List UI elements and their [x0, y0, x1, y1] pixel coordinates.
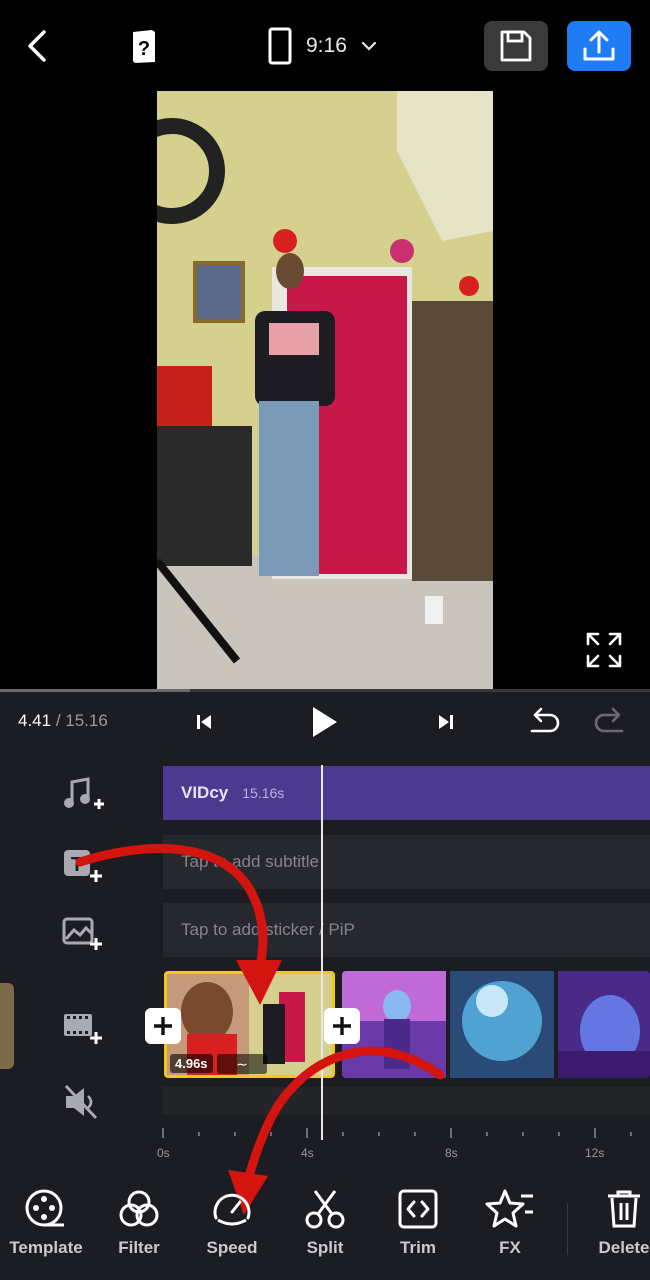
star-effects-icon — [485, 1189, 533, 1228]
add-music-button[interactable] — [60, 776, 106, 816]
fullscreen-button[interactable] — [584, 630, 624, 670]
play-icon — [313, 707, 337, 737]
help-book-icon: ? — [133, 30, 155, 63]
toolbar-label: Split — [306, 1238, 344, 1257]
aspect-ratio-selector[interactable]: 9:16 — [268, 24, 377, 68]
aspect-ratio-label: 9:16 — [306, 34, 347, 57]
preview-frame-image — [157, 91, 493, 689]
music-track[interactable]: VIDcy 15.16s — [163, 766, 650, 820]
toolbar-split[interactable]: Split — [285, 1188, 365, 1258]
progress-line — [0, 689, 650, 692]
skip-to-end-button[interactable] — [426, 704, 466, 740]
skip-previous-icon — [197, 715, 211, 729]
total-time: 15.16 — [65, 711, 108, 730]
redo-button[interactable] — [590, 704, 630, 740]
upload-export-icon — [583, 30, 615, 61]
speedometer-icon — [213, 1193, 251, 1226]
music-track-duration: 15.16s — [242, 785, 285, 801]
toolbar-label: Delete — [598, 1238, 650, 1257]
toolbar-divider — [567, 1203, 568, 1255]
back-button[interactable] — [20, 26, 56, 66]
toolbar-label: FX — [499, 1238, 521, 1257]
back-arrow-icon — [28, 30, 46, 62]
toolbar-label: Trim — [400, 1238, 436, 1257]
skip-next-icon — [439, 715, 453, 729]
chevron-down-icon — [361, 41, 376, 51]
fullscreen-expand-icon — [586, 632, 622, 668]
music-note-add-icon — [64, 777, 104, 809]
film-reel-icon — [25, 1189, 64, 1227]
filter-circles-icon — [119, 1190, 159, 1227]
redo-icon — [594, 707, 624, 733]
music-track-name: VIDcy — [181, 783, 229, 802]
toolbar-filter[interactable]: Filter — [99, 1188, 179, 1258]
trim-brackets-icon — [398, 1189, 438, 1229]
export-button[interactable] — [567, 21, 631, 71]
undo-button[interactable] — [524, 704, 564, 740]
toolbar-trim[interactable]: Trim — [378, 1188, 458, 1258]
time-display: 4.41 / 15.16 — [18, 711, 108, 731]
toolbar-label: Speed — [206, 1238, 258, 1257]
toolbar-speed[interactable]: Speed — [192, 1188, 272, 1258]
scissors-icon — [305, 1190, 345, 1229]
phone-portrait-icon — [268, 27, 292, 65]
video-preview[interactable] — [157, 91, 493, 689]
svg-text:?: ? — [138, 38, 150, 60]
toolbar-delete[interactable]: Delete — [584, 1188, 650, 1258]
save-button[interactable] — [484, 21, 548, 71]
undo-icon — [530, 707, 560, 733]
current-time: 4.41 — [18, 711, 52, 730]
trash-icon — [608, 1190, 640, 1228]
help-button[interactable]: ? — [124, 26, 164, 66]
toolbar-label: Filter — [118, 1238, 160, 1257]
toolbar-label: Template — [9, 1238, 83, 1257]
toolbar-fx[interactable]: FX — [470, 1188, 550, 1258]
save-floppy-icon — [500, 30, 532, 62]
time-separator: / — [51, 711, 66, 730]
play-button[interactable] — [302, 700, 346, 744]
annotation-arrows — [75, 844, 445, 1215]
skip-to-start-button[interactable] — [184, 704, 224, 740]
toolbar-template[interactable]: Template — [6, 1188, 86, 1258]
